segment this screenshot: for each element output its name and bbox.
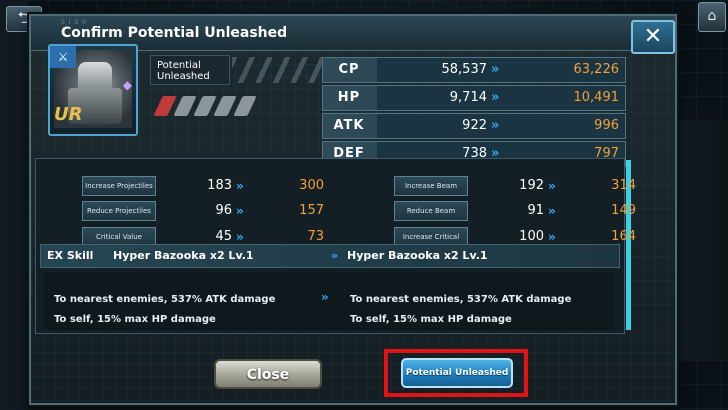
ex-skill-heading: EX Skill: [47, 249, 94, 262]
potential-level-bars: [153, 96, 258, 118]
stat-row-cp: CP 58,537» 63,226: [322, 57, 626, 83]
substat-row: Increase Beam 192» 314: [394, 176, 644, 196]
ex-skill-desc-arrow-icon: »: [321, 290, 329, 304]
stat-old-value: 9,714: [449, 90, 487, 105]
stat-arrow-icon: »: [491, 118, 500, 133]
stat-label: HP: [337, 90, 361, 105]
substat-row: Reduce Beam 91» 149: [394, 201, 644, 221]
stat-old-value: 58,537: [441, 62, 488, 77]
stat-new-value: 996: [594, 118, 619, 133]
ex-skill-old-name: Hyper Bazooka x2 Lv.1: [113, 249, 254, 262]
stat-row-atk: ATK 922 » 996: [322, 113, 626, 139]
stat-label: CP: [338, 62, 360, 77]
stat-label: ATK: [333, 118, 365, 133]
home-icon: ⌂: [707, 8, 717, 24]
ex-skill-old-desc-2: To self, 15% max HP damage: [54, 314, 216, 325]
ex-skill-bar: EX Skill Hyper Bazooka x2 Lv.1 » Hyper B…: [40, 244, 620, 268]
stat-row-hp: HP 9,714 » 10,491: [322, 85, 626, 111]
substat-new-value: 157: [299, 203, 324, 218]
potential-bar: [213, 96, 237, 116]
unit-rank-badge: UR: [54, 104, 83, 125]
potential-stripes: [232, 57, 322, 83]
ex-skill-old-desc-1: To nearest enemies, 537% ATK damage: [54, 294, 276, 305]
potential-unleashed-label: Potential Unleashed: [150, 55, 230, 85]
ex-skill-new-name: Hyper Bazooka x2 Lv.1: [347, 249, 488, 262]
home-button[interactable]: ⌂: [698, 2, 726, 32]
substat-row: Reduce Projectiles 96» 157: [82, 201, 332, 221]
stat-new-value: 63,226: [573, 62, 620, 77]
substat-row: Increase Projectiles 183» 300: [82, 176, 332, 196]
potential-bar: [233, 96, 257, 116]
close-x-icon: ✕: [643, 24, 663, 49]
stat-arrow-icon: »: [491, 90, 500, 105]
potential-bar: [173, 96, 197, 116]
substat-new-value: 149: [611, 203, 636, 218]
stat-new-value: 10,491: [573, 90, 620, 105]
ex-skill-arrow-icon: »: [331, 249, 339, 262]
unit-type-icon: ⚔: [50, 46, 76, 68]
unit-attribute-icon: ◆: [122, 78, 132, 92]
stat-arrow-icon: »: [491, 62, 500, 77]
ex-skill-new-desc-2: To self, 15% max HP damage: [350, 314, 512, 325]
ex-skill-new-desc-1: To nearest enemies, 537% ATK damage: [350, 294, 572, 305]
dialog-title: Confirm Potential Unleashed: [61, 25, 288, 41]
unit-portrait: ⚔ ◆ UR: [48, 44, 138, 136]
left-strip: [0, 0, 28, 410]
potential-unleashed-button[interactable]: Potential Unleashed: [401, 358, 513, 388]
stat-old-value: 922: [462, 118, 487, 133]
substat-new-value: 314: [611, 178, 636, 193]
close-dialog-button[interactable]: ✕: [631, 20, 675, 54]
right-decoration: [676, 120, 728, 360]
substat-new-value: 300: [299, 178, 324, 193]
close-button[interactable]: Close: [214, 359, 322, 389]
potential-bar: [193, 96, 217, 116]
